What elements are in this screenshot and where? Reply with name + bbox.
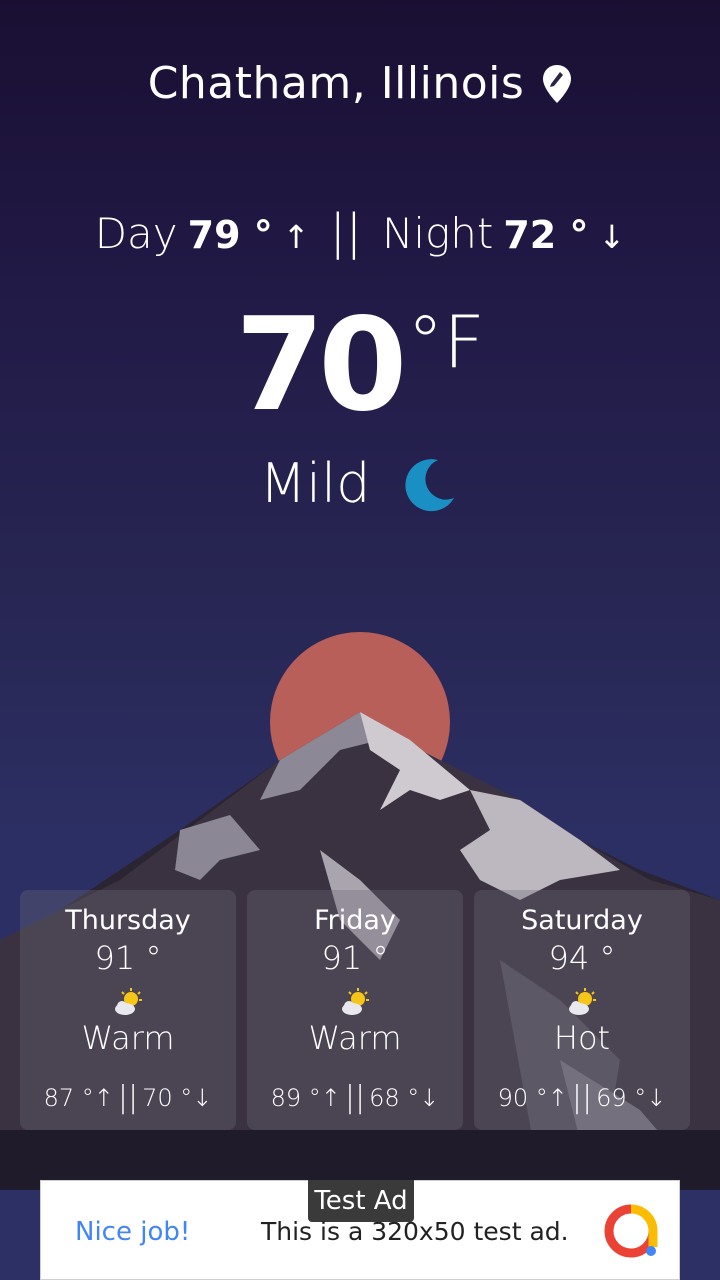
forecast-cards: Thursday 91 ° Warm 87 °↑ || 70 °↓ Friday…	[20, 890, 690, 1130]
location-name: Chatham, Illinois	[147, 58, 525, 109]
night-label: Night	[381, 209, 494, 258]
down-arrow-icon: ↓	[598, 218, 626, 256]
temperature-value: 70	[235, 291, 407, 440]
forecast-condition: Warm	[308, 1019, 402, 1057]
forecast-day: Thursday	[65, 905, 191, 936]
forecast-card-thursday[interactable]: Thursday 91 ° Warm 87 °↑ || 70 °↓	[20, 890, 236, 1130]
day-night-summary: Day 79 ° ↑ || Night 72 ° ↓	[0, 204, 720, 260]
test-ad-banner[interactable]: Test Ad Nice job! This is a 320x50 test …	[40, 1180, 680, 1280]
current-temperature: 70 °F	[0, 290, 720, 430]
partly-cloudy-icon	[113, 988, 143, 1018]
forecast-high: 87 °↑	[43, 1083, 114, 1112]
forecast-range: 90 °↑ || 69 °↓	[498, 1080, 667, 1115]
ad-cta-link[interactable]: Nice job!	[75, 1217, 190, 1247]
forecast-temp: 91 °	[94, 939, 162, 977]
forecast-low: 70 °↓	[142, 1083, 213, 1112]
ad-text: This is a 320x50 test ad.	[261, 1217, 569, 1246]
day-temp: 79 °	[187, 213, 273, 257]
forecast-range: 87 °↑ || 70 °↓	[44, 1080, 213, 1115]
forecast-high: 90 °↑	[497, 1083, 568, 1112]
forecast-temp: 91 °	[321, 939, 389, 977]
partly-cloudy-icon	[340, 988, 370, 1018]
range-separator: ||	[571, 1080, 593, 1115]
forecast-high: 89 °↑	[270, 1083, 341, 1112]
range-separator: ||	[117, 1080, 139, 1115]
moon-icon	[400, 454, 460, 514]
forecast-range: 89 °↑ || 68 °↓	[271, 1080, 440, 1115]
condition-label: Mild	[259, 452, 371, 515]
forecast-temp: 94 °	[548, 939, 616, 977]
partly-cloudy-icon	[567, 988, 597, 1018]
forecast-condition: Warm	[81, 1019, 175, 1057]
forecast-card-saturday[interactable]: Saturday 94 ° Hot 90 °↑ || 69 °↓	[474, 890, 690, 1130]
forecast-day: Friday	[314, 905, 396, 936]
forecast-low: 69 °↓	[596, 1083, 667, 1112]
test-ad-badge: Test Ad	[308, 1180, 414, 1222]
up-arrow-icon: ↑	[282, 218, 310, 256]
current-condition: Mild	[0, 452, 720, 515]
separator: ||	[329, 204, 362, 260]
ad-logo-icon	[603, 1203, 659, 1259]
location-header[interactable]: Chatham, Illinois	[0, 58, 720, 109]
day-label: Day	[94, 209, 178, 258]
night-temp: 72 °	[503, 213, 589, 257]
forecast-day: Saturday	[521, 905, 643, 936]
range-separator: ||	[344, 1080, 366, 1115]
map-pin-icon[interactable]	[542, 64, 572, 104]
temperature-unit: °F	[407, 300, 485, 384]
forecast-low: 68 °↓	[369, 1083, 440, 1112]
forecast-card-friday[interactable]: Friday 91 ° Warm 89 °↑ || 68 °↓	[247, 890, 463, 1130]
forecast-condition: Hot	[553, 1019, 611, 1057]
